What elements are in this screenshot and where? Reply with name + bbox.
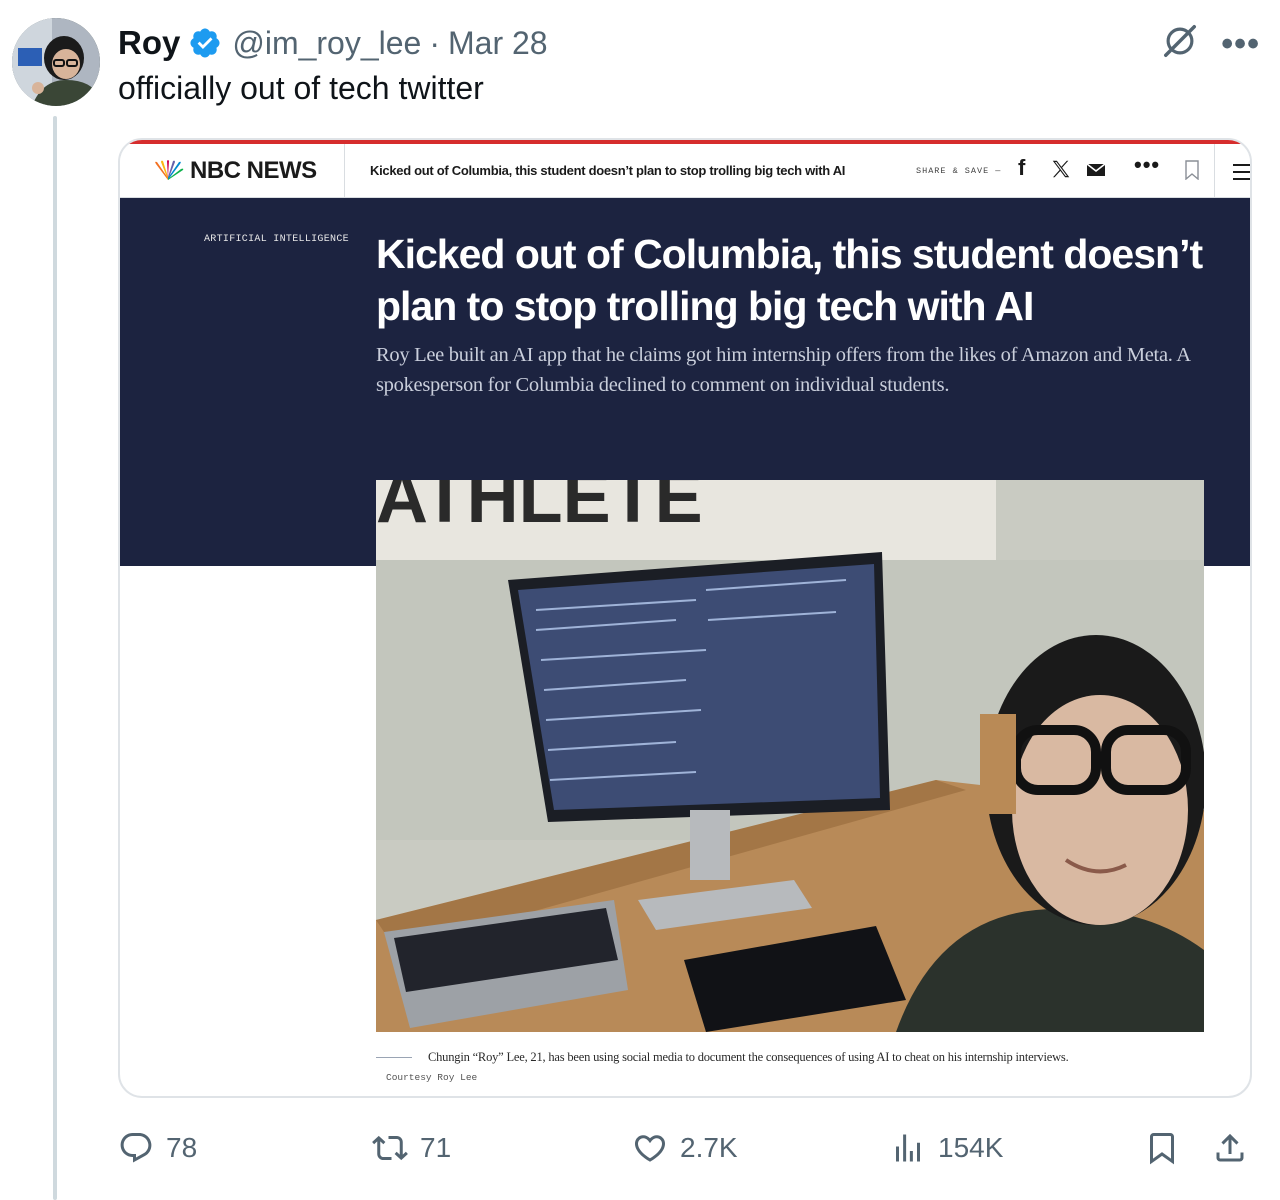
nbc-nav-headline: Kicked out of Columbia, this student doe… xyxy=(370,163,846,178)
peacock-icon xyxy=(155,160,184,180)
like-button[interactable]: 2.7K xyxy=(632,1124,738,1172)
like-icon xyxy=(634,1135,666,1162)
repost-count: 71 xyxy=(420,1132,452,1163)
author-name[interactable]: Roy xyxy=(118,24,180,62)
nbc-share-save: SHARE & SAVE — xyxy=(916,166,1002,176)
bookmark-button[interactable] xyxy=(1144,1124,1180,1172)
more-icon[interactable]: ••• xyxy=(1221,27,1260,61)
reply-button[interactable]: 78 xyxy=(118,1124,197,1172)
verified-badge-icon xyxy=(188,26,222,60)
caption-rule xyxy=(376,1057,412,1058)
repost-button[interactable]: 71 xyxy=(372,1124,451,1172)
article-dek: Roy Lee built an AI app that he claims g… xyxy=(376,344,1190,396)
section-label: ARTIFICIAL INTELLIGENCE xyxy=(204,234,349,245)
hamburger-menu-icon xyxy=(1233,164,1250,180)
views-button[interactable]: 154K xyxy=(890,1124,1003,1172)
nbc-bookmark-icon xyxy=(1185,160,1199,180)
article-title: Kicked out of Columbia, this student doe… xyxy=(376,231,1203,329)
mail-icon xyxy=(1086,163,1106,176)
repost-icon xyxy=(372,1135,408,1161)
grok-icon[interactable] xyxy=(1161,22,1199,65)
views-count: 154K xyxy=(938,1132,1004,1163)
photo-caption: Chungin “Roy” Lee, 21, has been using so… xyxy=(428,1050,1069,1064)
author-handle[interactable]: @im_roy_lee xyxy=(232,25,421,62)
tweet-text: officially out of tech twitter xyxy=(118,70,484,106)
share-icon xyxy=(1216,1133,1244,1162)
avatar[interactable] xyxy=(12,18,100,106)
nbc-divider-right xyxy=(1214,144,1215,198)
tweet-action-bar: 78 71 2.7K 154K xyxy=(118,1124,1252,1172)
tweet-header: Roy @im_roy_lee · Mar 28 xyxy=(118,22,548,64)
tweet-top-actions: ••• xyxy=(1161,22,1260,65)
reply-count: 78 xyxy=(166,1132,198,1163)
media-card[interactable]: NBC NEWS Kicked out of Columbia, this st… xyxy=(118,138,1252,1098)
photo-credit: Courtesy Roy Lee xyxy=(386,1072,478,1083)
facebook-icon: f xyxy=(1018,155,1026,180)
share-button[interactable] xyxy=(1212,1124,1248,1172)
nbc-top-bar: NBC NEWS Kicked out of Columbia, this st… xyxy=(120,144,1250,198)
nbc-logo: NBC NEWS xyxy=(152,154,317,188)
like-count: 2.7K xyxy=(680,1132,738,1163)
nbc-divider xyxy=(344,144,345,198)
article-photo: ATHLETE xyxy=(376,480,1204,1032)
nbc-brand: NBC NEWS xyxy=(190,157,317,184)
nbc-more-icon: ••• xyxy=(1134,152,1161,177)
thread-line xyxy=(53,116,57,1200)
separator-dot: · xyxy=(429,24,440,61)
bookmark-icon xyxy=(1150,1133,1174,1165)
views-icon xyxy=(896,1134,920,1162)
photo-banner-text: ATHLETE xyxy=(376,480,703,538)
x-logo-icon xyxy=(1052,160,1070,178)
reply-icon xyxy=(120,1133,152,1163)
tweet-date[interactable]: Mar 28 xyxy=(448,25,548,62)
